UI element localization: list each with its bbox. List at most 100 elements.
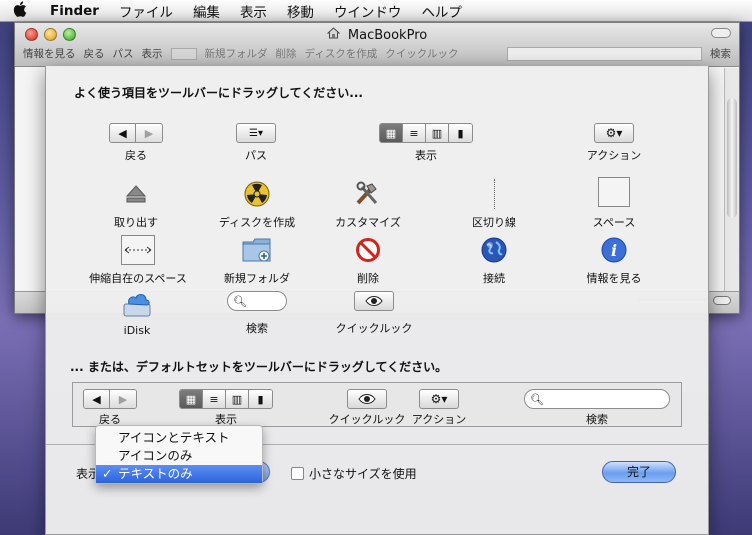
palette-item-eject[interactable]: 取り出す	[106, 178, 166, 230]
palette-item-label: 区切り線	[472, 216, 516, 229]
default-item-action: ⚙▾ アクション	[407, 389, 471, 427]
toolbar-search-field[interactable]	[507, 46, 702, 61]
palette-item-label: 取り出す	[114, 216, 158, 229]
menu-help[interactable]: ヘルプ	[411, 1, 472, 21]
default-item-label: アクション	[411, 413, 467, 426]
action-control: ⚙▾	[419, 389, 459, 409]
space-box-icon	[597, 176, 631, 208]
small-size-checkbox[interactable]	[291, 467, 304, 480]
menu-edit[interactable]: 編集	[183, 1, 230, 21]
list-view-icon: ≡	[403, 124, 426, 142]
menu-file[interactable]: ファイル	[109, 1, 183, 21]
toolbar-view-label[interactable]: 表示	[142, 46, 163, 61]
toolbar-search-label[interactable]: 検索	[710, 46, 731, 61]
toolbar-getinfo-label[interactable]: 情報を見る	[23, 46, 76, 61]
palette-item-label: 検索	[246, 322, 268, 335]
icon-view-icon: ▦	[180, 390, 203, 408]
menu-option-text-only[interactable]: ✓ テキストのみ	[96, 465, 262, 483]
column-view-icon: ▥	[226, 390, 249, 408]
coverflow-view-icon: ▮	[449, 124, 472, 142]
view-segmented-control: ▦ ≡ ▥ ▮	[379, 123, 473, 143]
palette-item-label: ディスクを作成	[218, 216, 296, 229]
toolbar-quicklook-label[interactable]: クイックルック	[385, 46, 458, 61]
view-segmented-control: ▦ ≡ ▥ ▮	[179, 389, 273, 409]
palette-item-burn[interactable]: ディスクを作成	[214, 178, 300, 230]
toolbar-back-label[interactable]: 戻る	[84, 46, 105, 61]
toolbar-path-label[interactable]: パス	[113, 46, 134, 61]
items-heading: よく使う項目をツールバーにドラッグしてください...	[74, 86, 363, 100]
list-view-icon: ≡	[203, 390, 226, 408]
home-folder-icon	[326, 27, 341, 43]
delete-icon	[351, 234, 385, 266]
menu-window[interactable]: ウインドウ	[324, 1, 412, 21]
toolbar-newfolder-label[interactable]: 新規フォルダ	[205, 46, 268, 61]
coverflow-view-icon: ▮	[249, 390, 272, 408]
palette-item-view[interactable]: ▦ ≡ ▥ ▮ 表示	[378, 123, 474, 163]
search-field-preview: 🔍︎	[524, 389, 670, 409]
show-popup-menu: アイコンとテキスト アイコンのみ ✓ テキストのみ	[95, 425, 263, 484]
palette-item-space[interactable]: スペース	[584, 176, 644, 230]
globe-icon	[477, 234, 511, 266]
default-item-label: クイックルック	[328, 413, 406, 426]
default-set-heading: ... または、デフォルトセットをツールバーにドラッグしてください。	[70, 360, 448, 374]
gear-icon: ⚙▾	[430, 392, 448, 406]
flexible-space-icon	[121, 234, 155, 266]
burn-disc-icon	[240, 178, 274, 210]
finder-scrollbar[interactable]	[724, 68, 739, 293]
quicklook-control	[347, 389, 387, 409]
default-item-search: 🔍︎ 検索	[523, 389, 671, 427]
default-toolbar-set[interactable]: ◀ ▶ 戻る ▦ ≡ ▥ ▮ 表示 クイックルック ⚙▾ アクション 🔍︎ 検索	[72, 382, 682, 427]
menu-bar: Finder ファイル 編集 表示 移動 ウインドウ ヘルプ	[0, 0, 752, 22]
forward-arrow-icon: ▶	[136, 124, 162, 142]
menu-option-label: テキストのみ	[118, 466, 193, 481]
palette-item-separator[interactable]: 区切り線	[464, 178, 524, 230]
palette-item-idisk[interactable]: iDisk	[112, 288, 162, 337]
default-item-label: 検索	[586, 413, 608, 426]
toolbar-space	[170, 47, 197, 60]
palette-item-label: 伸縮自在のスペース	[89, 272, 187, 285]
eject-icon	[119, 178, 153, 210]
palette-item-connect[interactable]: 接続	[466, 234, 522, 286]
menu-option-icon-and-text[interactable]: アイコンとテキスト	[96, 429, 262, 447]
column-view-icon: ▥	[426, 124, 449, 142]
palette-item-label: iDisk	[123, 324, 151, 337]
toolbar-toggle-button[interactable]	[711, 28, 731, 38]
menu-go[interactable]: 移動	[277, 1, 324, 21]
menu-view[interactable]: 表示	[230, 1, 277, 21]
palette-item-label: スペース	[592, 216, 636, 229]
info-icon: i	[597, 234, 631, 266]
palette-item-newfolder[interactable]: 新規フォルダ	[214, 234, 300, 286]
palette-item-quicklook[interactable]: クイックルック	[332, 291, 416, 336]
palette-item-label: 情報を見る	[586, 272, 642, 285]
palette-item-delete[interactable]: 削除	[342, 234, 394, 286]
back-forward-control: ◀ ▶	[83, 389, 137, 409]
palette-item-flexspace[interactable]: 伸縮自在のスペース	[86, 234, 190, 286]
palette-item-search[interactable]: 🔍︎ 検索	[226, 291, 288, 336]
small-size-label: 小さなサイズを使用	[309, 467, 417, 481]
menu-finder[interactable]: Finder	[40, 3, 109, 19]
toolbar-delete-label[interactable]: 削除	[276, 46, 297, 61]
quicklook-control	[354, 291, 394, 311]
palette-item-back[interactable]: ◀ ▶ 戻る	[108, 123, 164, 163]
finder-titlebar: MacBookPro 情報を見る 戻る パス 表示 新規フォルダ 削除 ディスク…	[15, 23, 739, 67]
default-item-quicklook: クイックルック	[325, 389, 409, 427]
palette-item-label: 新規フォルダ	[224, 272, 290, 285]
palette-item-path[interactable]: ☰▾ パス	[232, 123, 280, 163]
back-arrow-icon: ◀	[84, 390, 110, 408]
back-arrow-icon: ◀	[110, 124, 136, 142]
palette-item-getinfo[interactable]: i 情報を見る	[578, 234, 650, 286]
window-title: MacBookPro	[15, 27, 739, 43]
magnifier-icon: 🔍︎	[233, 294, 247, 308]
path-icon: ☰▾	[249, 127, 263, 139]
eye-icon	[358, 394, 376, 404]
palette-item-customize[interactable]: カスタマイズ	[328, 178, 408, 230]
palette-item-label: 接続	[483, 272, 505, 285]
finder-toolbar-labels: 情報を見る 戻る パス 表示 新規フォルダ 削除 ディスクを作成 クイックルック…	[23, 46, 731, 61]
toolbar-burn-label[interactable]: ディスクを作成	[305, 46, 378, 61]
apple-menu-icon[interactable]	[0, 0, 40, 21]
menu-option-icon-only[interactable]: アイコンのみ	[96, 447, 262, 465]
path-control: ☰▾	[236, 123, 276, 143]
done-button[interactable]: 完了	[602, 461, 676, 483]
palette-item-label: 戻る	[125, 149, 147, 162]
palette-item-action[interactable]: ⚙▾ アクション	[584, 123, 644, 163]
